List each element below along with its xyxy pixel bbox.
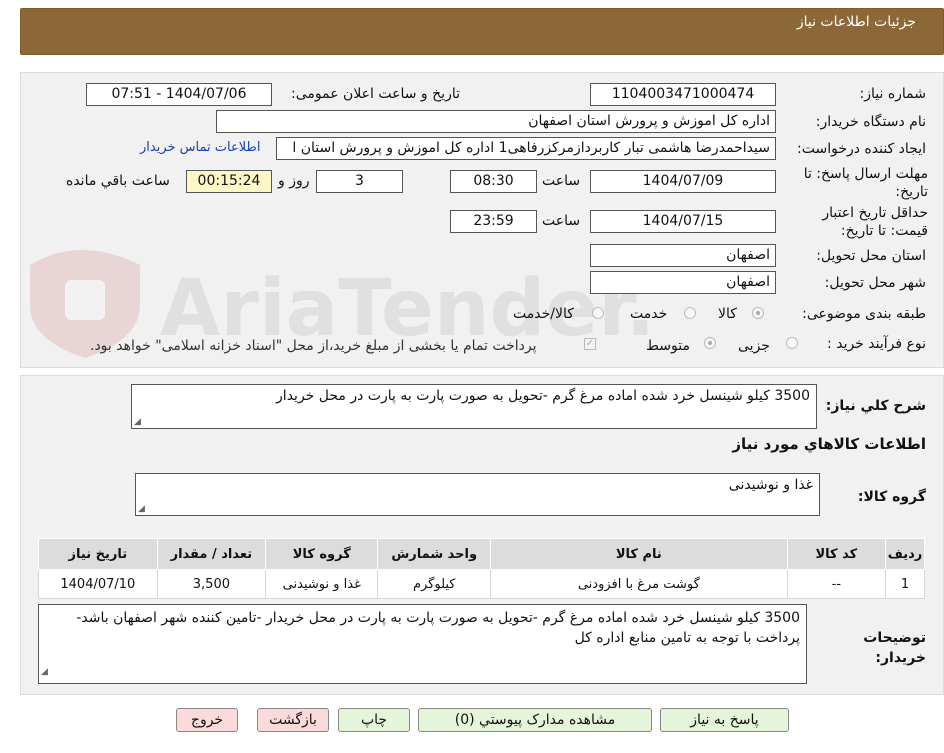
need-number-label: شماره نیاز: (859, 86, 927, 102)
exit-button[interactable]: خروج (176, 708, 238, 732)
payment-note: پرداخت تمام یا بخشی از مبلغ خرید،از محل … (90, 338, 537, 354)
goods-group-label: گروه کالا: (857, 489, 926, 505)
process-option-medium: متوسط (646, 338, 690, 354)
category-option-goods: کالا (718, 306, 737, 322)
col-header-code: کد کالا (786, 538, 887, 570)
buyer-notes-text: 3500 کیلو شینسل خرد شده اماده مرغ گرم -ت… (76, 610, 800, 646)
cell-unit: کیلوگرم (377, 569, 491, 599)
deadline-label: مهلت ارسال پاسخ: تا تاریخ: (803, 166, 928, 200)
remaining-label: ساعت باقي مانده (66, 173, 170, 189)
validity-label: حداقل تاریخ اعتبار قیمت: تا تاریخ: (822, 205, 928, 239)
province-field[interactable]: اصفهان (590, 244, 776, 267)
resize-grip-icon[interactable]: ◢ (41, 662, 48, 682)
days-label: روز و (278, 173, 310, 189)
cell-name: گوشت مرغ با افزودنی (489, 569, 788, 599)
col-header-row-number: رديف (885, 538, 925, 570)
resize-grip-icon[interactable]: ◢ (138, 504, 145, 514)
resize-grip-icon[interactable]: ◢ (134, 417, 141, 427)
col-header-need-date: تاریخ نیاز (38, 538, 158, 570)
category-radio-goods[interactable] (752, 307, 764, 319)
cell-row-number: 1 (885, 569, 925, 599)
deadline-time-field[interactable]: 08:30 (450, 170, 537, 193)
summary-text: 3500 کیلو شینسل خرد شده اماده مرغ گرم -ت… (276, 388, 810, 404)
countdown-timer: 00:15:24 (186, 170, 272, 193)
process-radio-medium[interactable] (704, 337, 716, 349)
category-option-both: کالا/خدمت (513, 306, 574, 322)
need-number-field[interactable]: 1104003471000474 (590, 83, 776, 106)
col-header-quantity: تعداد / مقدار (156, 538, 267, 570)
goods-group-text: غذا و نوشیدنی (728, 477, 813, 493)
process-label: نوع فرآیند خرید : (827, 336, 926, 352)
announce-field[interactable]: 1404/07/06 - 07:51 (86, 83, 272, 106)
cell-group: غذا و نوشیدنی (265, 569, 379, 599)
announce-label: تاریخ و ساعت اعلان عمومی: (291, 86, 460, 102)
col-header-name: نام کالا (489, 538, 788, 570)
process-option-minor: جزیی (738, 338, 770, 354)
validity-date-field[interactable]: 1404/07/15 (590, 210, 776, 233)
buyer-org-label: نام دستگاه خریدار: (815, 114, 926, 130)
cell-code: -- (786, 569, 887, 599)
contact-info-link[interactable]: اطلاعات تماس خریدار (140, 140, 260, 155)
treasury-checkbox[interactable]: ✓ (584, 338, 596, 350)
deadline-date-field[interactable]: 1404/07/09 (590, 170, 776, 193)
back-button[interactable]: بازگشت (257, 708, 329, 732)
table-header-row: رديف کد کالا نام کالا واحد شمارش گروه کا… (38, 538, 925, 570)
print-button[interactable]: چاپ (338, 708, 410, 732)
goods-group-textarea[interactable]: غذا و نوشیدنی ◢ (135, 473, 820, 516)
province-label: استان محل تحویل: (816, 248, 926, 264)
category-radio-both[interactable] (592, 307, 604, 319)
col-header-unit: واحد شمارش (377, 538, 491, 570)
process-radio-minor[interactable] (786, 337, 798, 349)
requester-label: ایجاد کننده درخواست: (797, 141, 926, 157)
buyer-org-field[interactable]: اداره کل اموزش و پرورش استان اصفهان (216, 110, 776, 133)
deadline-time-label: ساعت (542, 173, 581, 189)
category-radio-service[interactable] (684, 307, 696, 319)
summary-label: شرح کلي نياز: (825, 398, 926, 414)
days-field[interactable]: 3 (316, 170, 403, 193)
city-label: شهر محل تحویل: (824, 275, 926, 291)
buyer-notes-textarea[interactable]: 3500 کیلو شینسل خرد شده اماده مرغ گرم -ت… (38, 604, 807, 684)
validity-time-field[interactable]: 23:59 (450, 210, 537, 233)
category-label: طبقه بندی موضوعی: (802, 306, 926, 322)
goods-info-title: اطلاعات کالاهاي مورد نياز (732, 435, 926, 453)
page-title: جزئیات اطلاعات نیاز (796, 14, 916, 30)
summary-textarea[interactable]: 3500 کیلو شینسل خرد شده اماده مرغ گرم -ت… (131, 384, 817, 429)
col-header-group: گروه کالا (265, 538, 379, 570)
validity-time-label: ساعت (542, 213, 581, 229)
category-option-service: خدمت (630, 306, 668, 322)
cell-need-date: 1404/07/10 (38, 569, 158, 599)
buyer-notes-label: توضیحات خریدار: (863, 630, 926, 666)
city-field[interactable]: اصفهان (590, 271, 776, 294)
goods-table: رديف کد کالا نام کالا واحد شمارش گروه کا… (38, 538, 925, 599)
cell-quantity: 3,500 (156, 569, 267, 599)
table-row[interactable]: 1 -- گوشت مرغ با افزودنی کیلوگرم غذا و ن… (38, 569, 925, 599)
requester-field[interactable]: سیداحمدرضا هاشمی تبار کاربردازمرکزرفاهی1… (276, 137, 776, 160)
attachments-button[interactable]: مشاهده مدارک پيوستي (0) (418, 708, 652, 732)
reply-button[interactable]: پاسخ به نياز (660, 708, 789, 732)
